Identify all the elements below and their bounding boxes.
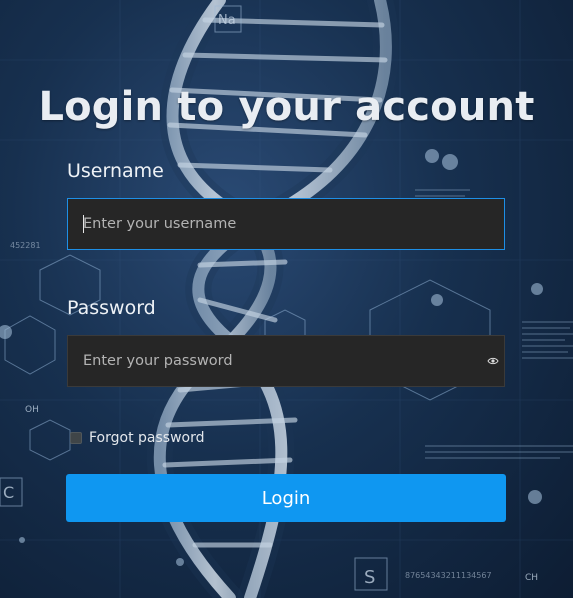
element-s-label: S [364, 567, 375, 588]
text-caret [83, 215, 84, 233]
page-title: Login to your account [38, 84, 535, 130]
forgot-password-checkbox[interactable] [70, 432, 82, 444]
number-string-label: 87654343211134567 [405, 571, 492, 580]
username-input[interactable] [67, 198, 505, 250]
element-c-label: C [3, 483, 14, 502]
password-input[interactable] [67, 335, 505, 387]
eye-icon[interactable] [487, 356, 499, 366]
username-label: Username [67, 160, 164, 182]
forgot-password-label[interactable]: Forgot password [89, 430, 205, 446]
element-oh-label: OH [25, 405, 39, 415]
element-na-label: Na [218, 13, 236, 28]
login-button[interactable]: Login [66, 474, 506, 522]
number-left-label: 452281 [10, 241, 41, 250]
password-label: Password [67, 297, 156, 319]
login-screen: Na S C CH OH 87654343211134567 452281 Lo… [0, 0, 573, 598]
element-ch-label: CH [525, 573, 538, 583]
